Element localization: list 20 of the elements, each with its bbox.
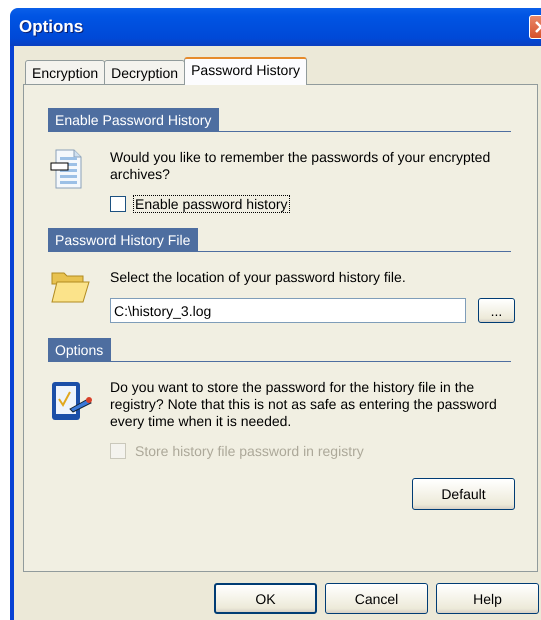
tab[interactable]: Password History (184, 57, 307, 85)
section-header: Password History File (48, 228, 198, 251)
description-text: Select the location of your password history file. (110, 269, 407, 286)
section-header: Enable Password History (48, 108, 220, 131)
window-title: Options (19, 17, 84, 37)
checkbox-label[interactable]: Enable password history (133, 195, 290, 213)
binary-file-icon (50, 149, 82, 189)
tab[interactable]: Decryption (104, 60, 186, 84)
dialog-button[interactable]: OK (214, 583, 317, 614)
dialog-button[interactable]: Help (436, 583, 539, 614)
dialog-button[interactable]: Cancel (325, 583, 428, 614)
browse-button[interactable]: ... (478, 298, 515, 323)
tab[interactable]: Encryption (25, 60, 106, 84)
section-header: Options (48, 338, 112, 361)
description-text: Do you want to store the password for the history file in the registry? Note that this is not as safe as entering the password every time when it is needed. (110, 379, 498, 430)
description-text: Would you like to remember the passwords of your encrypted archives? (110, 149, 492, 183)
file-path-field[interactable]: C:\history_3.log (110, 298, 466, 323)
checkbox[interactable] (110, 196, 126, 212)
default-button[interactable]: Default (412, 478, 515, 510)
checklist-pen-icon (50, 379, 94, 423)
